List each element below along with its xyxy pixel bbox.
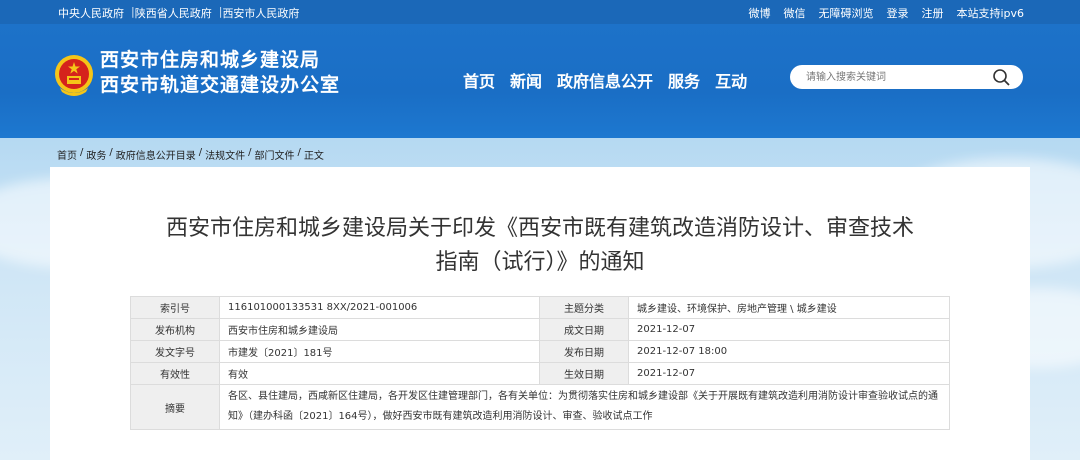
validity-label: 有效性 bbox=[130, 362, 220, 385]
index-label: 索引号 bbox=[130, 296, 220, 319]
wechat-link[interactable]: 微信 bbox=[783, 5, 805, 21]
gov-link-xian[interactable]: 西安市人民政府 bbox=[222, 5, 299, 21]
nav-news[interactable]: 新闻 bbox=[510, 68, 542, 92]
top-bar: 中央人民政府 | 陕西省人民政府 | 西安市人民政府 微博 微信 无障碍浏览 登… bbox=[0, 0, 1080, 24]
published-date-label: 发布日期 bbox=[539, 340, 629, 363]
doc-number-label: 发文字号 bbox=[130, 340, 220, 363]
article-title: 西安市住房和城乡建设局关于印发《西安市既有建筑改造消防设计、审查技术 指南（试行… bbox=[0, 212, 1080, 280]
created-date-value: 2021-12-07 bbox=[628, 318, 950, 341]
article-title-line1: 西安市住房和城乡建设局关于印发《西安市既有建筑改造消防设计、审查技术 bbox=[165, 216, 914, 241]
gov-link-central[interactable]: 中央人民政府 bbox=[58, 5, 124, 21]
org-name-line2: 西安市轨道交通建设办公室 bbox=[100, 74, 341, 96]
table-row: 有效性 有效 生效日期 2021-12-07 bbox=[130, 362, 950, 385]
search-input[interactable] bbox=[806, 69, 986, 85]
utility-links: 微博 微信 无障碍浏览 登录 注册 本站支持ipv6 bbox=[748, 5, 1024, 21]
search-box bbox=[790, 65, 1023, 89]
nav-home[interactable]: 首页 bbox=[463, 68, 495, 92]
breadcrumb-affairs[interactable]: 政务 bbox=[86, 147, 106, 162]
gov-link-shaanxi[interactable]: 陕西省人民政府 bbox=[135, 5, 212, 21]
org-name-line1: 西安市住房和城乡建设局 bbox=[100, 49, 321, 71]
doc-number-value: 市建发〔2021〕181号 bbox=[219, 340, 540, 363]
breadcrumb-separator: / bbox=[80, 147, 84, 158]
breadcrumb: 首页 / 政务 / 政府信息公开目录 / 法规文件 / 部门文件 / 正文 bbox=[57, 147, 324, 162]
table-row: 发文字号 市建发〔2021〕181号 发布日期 2021-12-07 18:00 bbox=[130, 340, 950, 363]
issuer-value: 西安市住房和城乡建设局 bbox=[219, 318, 540, 341]
validity-value: 有效 bbox=[219, 362, 540, 385]
abstract-value: 各区、县住建局，西咸新区住建局，各开发区住建管理部门，各有关单位：为贯彻落实住房… bbox=[219, 384, 950, 430]
nav-interaction[interactable]: 互动 bbox=[715, 68, 747, 92]
search-icon[interactable] bbox=[991, 68, 1011, 86]
gov-links: 中央人民政府 | 陕西省人民政府 | 西安市人民政府 bbox=[58, 5, 299, 21]
breadcrumb-separator: / bbox=[109, 147, 113, 158]
breadcrumb-info-catalog[interactable]: 政府信息公开目录 bbox=[116, 147, 196, 162]
breadcrumb-current: 正文 bbox=[303, 151, 324, 162]
site-logo-text[interactable]: 西安市住房和城乡建设局 西安市轨道交通建设办公室 bbox=[100, 48, 340, 98]
topic-label: 主题分类 bbox=[539, 296, 629, 319]
table-row: 摘要 各区、县住建局，西咸新区住建局，各开发区住建管理部门，各有关单位：为贯彻落… bbox=[130, 384, 950, 430]
document-metadata-table: 索引号 116101000133531 8XX/2021-001006 主题分类… bbox=[130, 296, 950, 430]
abstract-label: 摘要 bbox=[130, 384, 220, 430]
issuer-label: 发布机构 bbox=[130, 318, 220, 341]
breadcrumb-dept-docs[interactable]: 部门文件 bbox=[255, 147, 295, 162]
separator: | bbox=[131, 5, 135, 18]
site-header: 西安市住房和城乡建设局 西安市轨道交通建设办公室 首页 新闻 政府信息公开 服务… bbox=[0, 24, 1080, 138]
national-emblem-icon bbox=[55, 55, 93, 96]
breadcrumb-regulations[interactable]: 法规文件 bbox=[205, 147, 245, 162]
table-row: 发布机构 西安市住房和城乡建设局 成文日期 2021-12-07 bbox=[130, 318, 950, 341]
topic-value: 城乡建设、环境保护、房地产管理 \ 城乡建设 bbox=[628, 296, 950, 319]
nav-info-disclosure[interactable]: 政府信息公开 bbox=[557, 68, 653, 92]
published-date-value: 2021-12-07 18:00 bbox=[628, 340, 950, 363]
register-link[interactable]: 注册 bbox=[921, 5, 943, 21]
breadcrumb-separator: / bbox=[297, 147, 301, 158]
created-date-label: 成文日期 bbox=[539, 318, 629, 341]
breadcrumb-separator: / bbox=[198, 147, 203, 158]
effective-date-label: 生效日期 bbox=[539, 362, 629, 385]
login-link[interactable]: 登录 bbox=[886, 5, 908, 21]
separator: | bbox=[218, 5, 223, 18]
article-title-line2: 指南（试行）》的通知 bbox=[435, 250, 645, 275]
effective-date-value: 2021-12-07 bbox=[628, 362, 950, 385]
nav-services[interactable]: 服务 bbox=[668, 68, 700, 92]
breadcrumb-home[interactable]: 首页 bbox=[57, 147, 77, 162]
breadcrumb-separator: / bbox=[248, 147, 252, 158]
table-row: 索引号 116101000133531 8XX/2021-001006 主题分类… bbox=[130, 296, 950, 319]
ipv6-support-text: 本站支持ipv6 bbox=[956, 7, 1024, 20]
main-nav: 首页 新闻 政府信息公开 服务 互动 bbox=[463, 68, 747, 92]
index-value: 116101000133531 8XX/2021-001006 bbox=[219, 296, 540, 319]
accessibility-link[interactable]: 无障碍浏览 bbox=[818, 5, 873, 21]
weibo-link[interactable]: 微博 bbox=[748, 5, 770, 21]
